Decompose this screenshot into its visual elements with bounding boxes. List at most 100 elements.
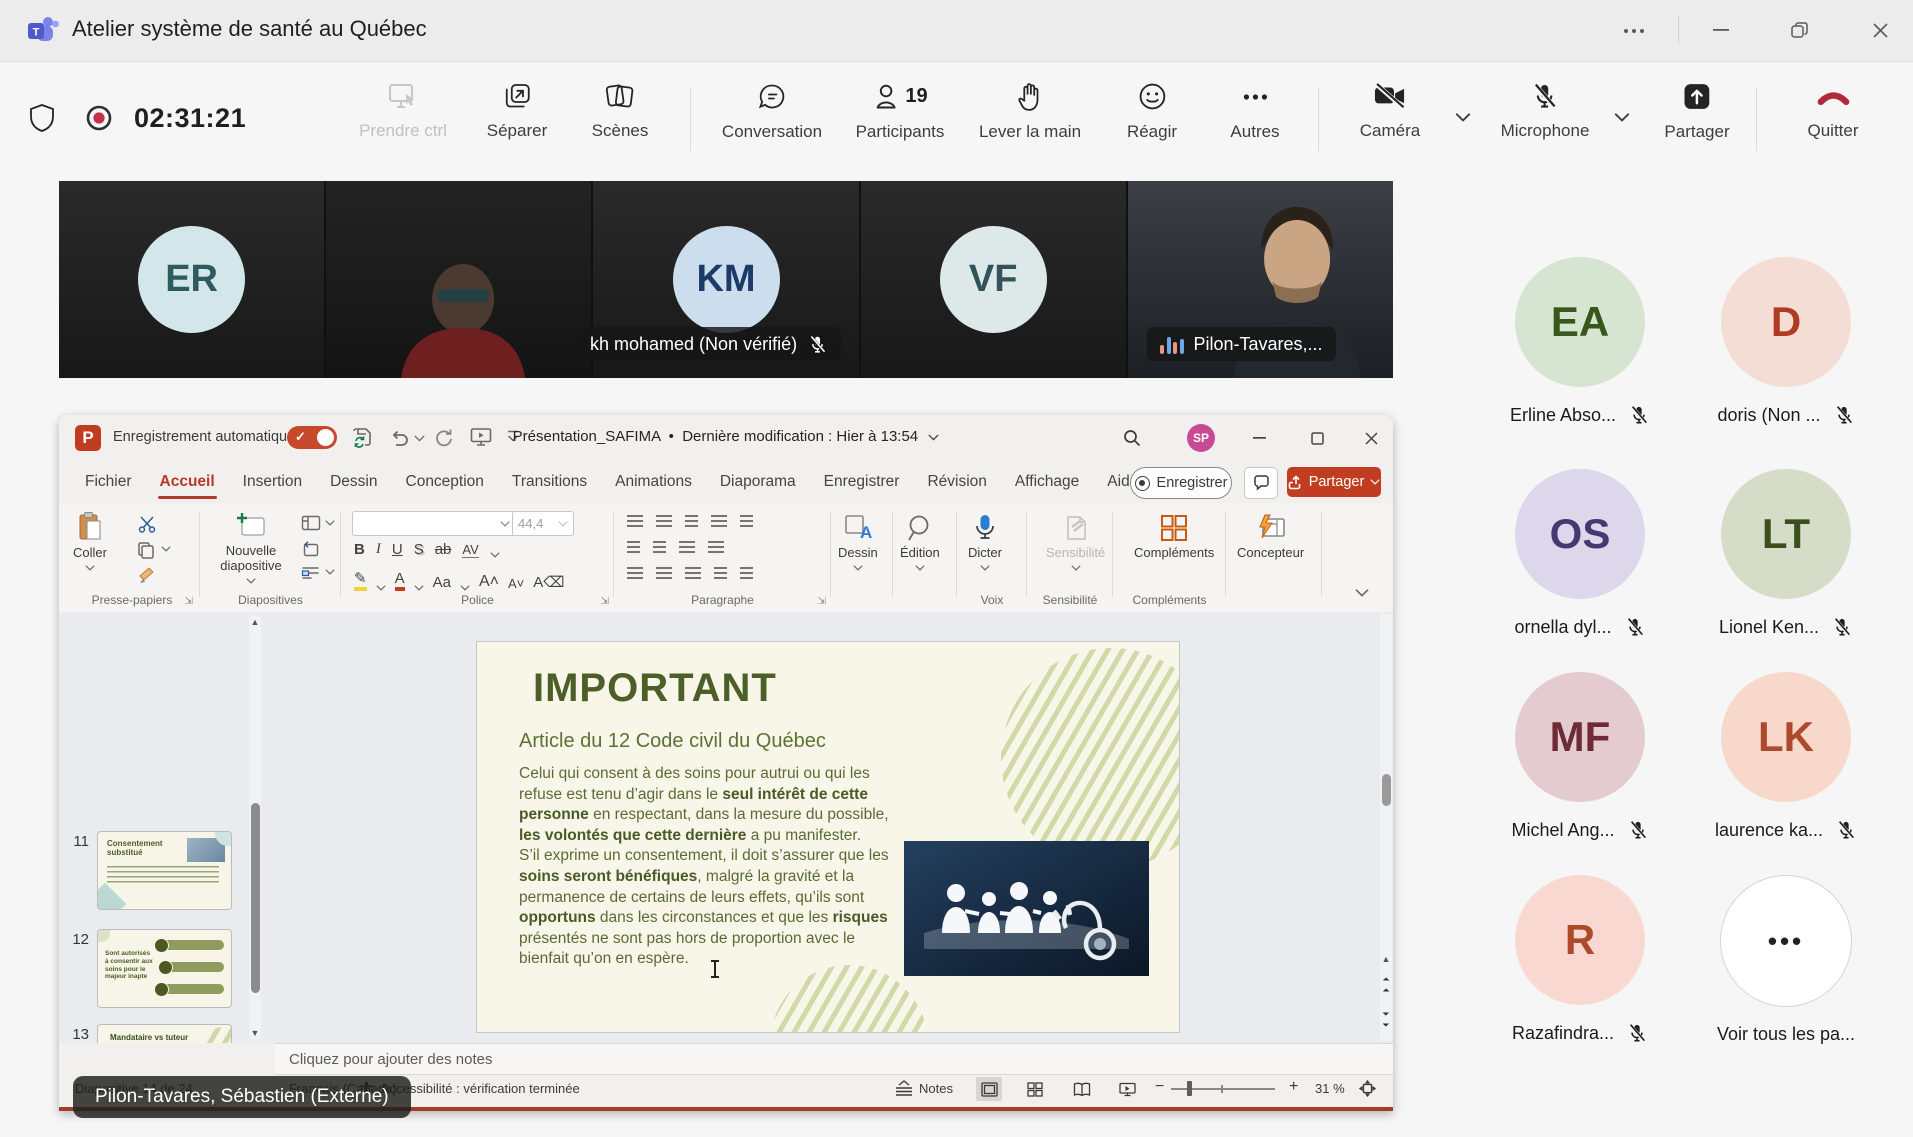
addins-button[interactable]: Compléments (1134, 513, 1214, 561)
tab-diaporama[interactable]: Diaporama (706, 461, 810, 503)
video-tile-camera-1[interactable] (326, 181, 591, 378)
copy-chevron[interactable] (161, 546, 171, 552)
numbering-button[interactable] (656, 515, 672, 527)
title-dropdown-chevron[interactable] (928, 434, 939, 441)
slide-thumbnail-11[interactable]: Consentement substitué (97, 831, 232, 910)
columns-button[interactable] (679, 541, 695, 553)
copy-icon[interactable] (137, 541, 155, 559)
close-button[interactable] (1849, 0, 1911, 61)
slide-layout-icon[interactable] (301, 515, 321, 531)
section-icon[interactable] (301, 566, 320, 581)
case-chevron[interactable] (460, 585, 470, 591)
previous-slide-button[interactable]: ⏶⏶ (1380, 974, 1392, 996)
increase-indent-button[interactable] (653, 541, 666, 553)
zoom-out-button[interactable]: − (1155, 1078, 1164, 1096)
thumbnail-scrollbar[interactable]: ▲ ▼ (249, 615, 261, 1040)
tab-dessin[interactable]: Dessin (316, 461, 391, 503)
microphone-options-chevron[interactable] (1614, 113, 1630, 122)
record-button[interactable]: Enregistrer (1130, 467, 1232, 499)
align-right-button[interactable] (685, 567, 701, 579)
restore-button[interactable] (1768, 0, 1830, 61)
slideshow-view-button[interactable] (1114, 1077, 1140, 1101)
slide-sorter-view-button[interactable] (1022, 1077, 1048, 1101)
camera-button[interactable]: Caméra (1360, 81, 1420, 141)
titlebar-more-button[interactable] (1603, 0, 1665, 61)
tab-conception[interactable]: Conception (392, 461, 498, 503)
reset-slide-icon[interactable] (301, 541, 319, 558)
ppt-share-button[interactable]: Partager (1287, 467, 1381, 497)
multilevel-list-button[interactable] (685, 515, 698, 527)
tab-enregistrer[interactable]: Enregistrer (810, 461, 914, 503)
format-painter-icon[interactable] (137, 566, 156, 585)
account-avatar[interactable]: SP (1187, 424, 1215, 452)
raise-hand-button[interactable]: Lever la main (979, 81, 1081, 142)
strikethrough-button[interactable]: ab (435, 541, 452, 558)
video-tile-vf[interactable]: VF (861, 181, 1126, 378)
scroll-down-arrow[interactable]: ▼ (249, 1028, 261, 1038)
search-icon[interactable] (1122, 428, 1142, 448)
see-all-participants[interactable]: ••• Voir tous les pa... (1683, 875, 1889, 1045)
more-actions-button[interactable]: Autres (1230, 81, 1279, 142)
slide-thumbnail-12[interactable]: Sont autorisés à consentir aux soins pou… (97, 929, 232, 1008)
participant-razafindra[interactable]: R Razafindra... (1477, 875, 1683, 1044)
bold-button[interactable]: B (354, 541, 365, 558)
notes-toggle-button[interactable]: Notes (919, 1081, 953, 1096)
react-button[interactable]: Réagir (1127, 81, 1177, 142)
dictate-button[interactable]: Dicter (968, 513, 1002, 571)
designer-button[interactable]: Concepteur (1237, 513, 1304, 561)
leave-button[interactable]: Quitter (1807, 81, 1858, 141)
ppt-close-button[interactable] (1349, 415, 1393, 461)
ppt-maximize-button[interactable] (1295, 415, 1339, 461)
scrollbar-thumb[interactable] (1382, 774, 1391, 806)
font-size-combobox[interactable]: 44,4 (512, 511, 574, 536)
justify-button[interactable] (714, 567, 727, 579)
align-center-button[interactable] (656, 567, 672, 579)
ppt-minimize-button[interactable] (1237, 415, 1281, 461)
sensitivity-button[interactable]: Sensibilité (1046, 513, 1105, 571)
text-shadow-button[interactable]: S (414, 541, 424, 558)
paragraph-dialog-launcher[interactable]: ⇲ (818, 596, 826, 607)
camera-options-chevron[interactable] (1455, 113, 1471, 122)
font-color-button[interactable]: A (395, 570, 405, 591)
video-tile-er[interactable]: ER (59, 181, 324, 378)
tab-transitions[interactable]: Transitions (498, 461, 601, 503)
accessibility-status[interactable]: Accessibilité : vérification terminée (381, 1081, 580, 1096)
highlight-chevron[interactable] (376, 585, 386, 591)
font-color-chevron[interactable] (414, 585, 424, 591)
draw-button[interactable]: A Dessin (838, 513, 878, 571)
line-spacing-button[interactable] (711, 515, 727, 527)
decrease-indent-button[interactable] (627, 541, 640, 553)
highlight-button[interactable]: ✎ (354, 569, 367, 591)
spacing-chevron[interactable] (490, 552, 500, 558)
new-slide-button[interactable]: Nouvelle diapositive (209, 511, 293, 584)
slide-body-text[interactable]: Celui qui consent à des soins pour autru… (519, 764, 897, 970)
underline-button[interactable]: U (392, 541, 403, 558)
popout-button[interactable]: Séparer (487, 81, 547, 141)
align-text-button[interactable] (708, 541, 724, 553)
participant-erline[interactable]: EA Erline Abso... (1477, 257, 1683, 426)
tab-revision[interactable]: Révision (913, 461, 1000, 503)
align-left-button[interactable] (627, 567, 643, 579)
character-spacing-button[interactable]: AV (462, 542, 478, 558)
participant-doris[interactable]: D doris (Non ... (1683, 257, 1889, 426)
clipboard-dialog-launcher[interactable]: ⇲ (185, 596, 193, 607)
paste-button[interactable]: Coller (73, 511, 107, 571)
italic-button[interactable]: I (376, 541, 381, 558)
slide-canvas[interactable]: IMPORTANT Article du 12 Code civil du Qu… (476, 641, 1180, 1033)
shrink-font-button[interactable]: A˅ (508, 576, 524, 591)
tab-accueil[interactable]: Accueil (146, 461, 229, 503)
participant-lionel[interactable]: LT Lionel Ken... (1683, 469, 1889, 638)
bullets-button[interactable] (627, 515, 643, 527)
layout-chevron[interactable] (325, 520, 335, 526)
convert-smartart-button[interactable] (740, 567, 753, 579)
change-case-button[interactable]: Aa (433, 574, 451, 591)
minimize-button[interactable] (1690, 0, 1752, 61)
grow-font-button[interactable]: A˄ (479, 573, 499, 591)
zoom-level[interactable]: 31 % (1315, 1081, 1345, 1096)
cut-icon[interactable] (137, 515, 157, 533)
scrollbar-thumb[interactable] (251, 803, 260, 993)
clear-formatting-button[interactable]: A⌫ (533, 573, 564, 591)
participant-ornella[interactable]: OS ornella dyl... (1477, 469, 1683, 638)
tab-insertion[interactable]: Insertion (229, 461, 316, 503)
slide-area-scrollbar[interactable]: ▲ ⏶⏶ ⏷⏷ (1380, 614, 1392, 1041)
